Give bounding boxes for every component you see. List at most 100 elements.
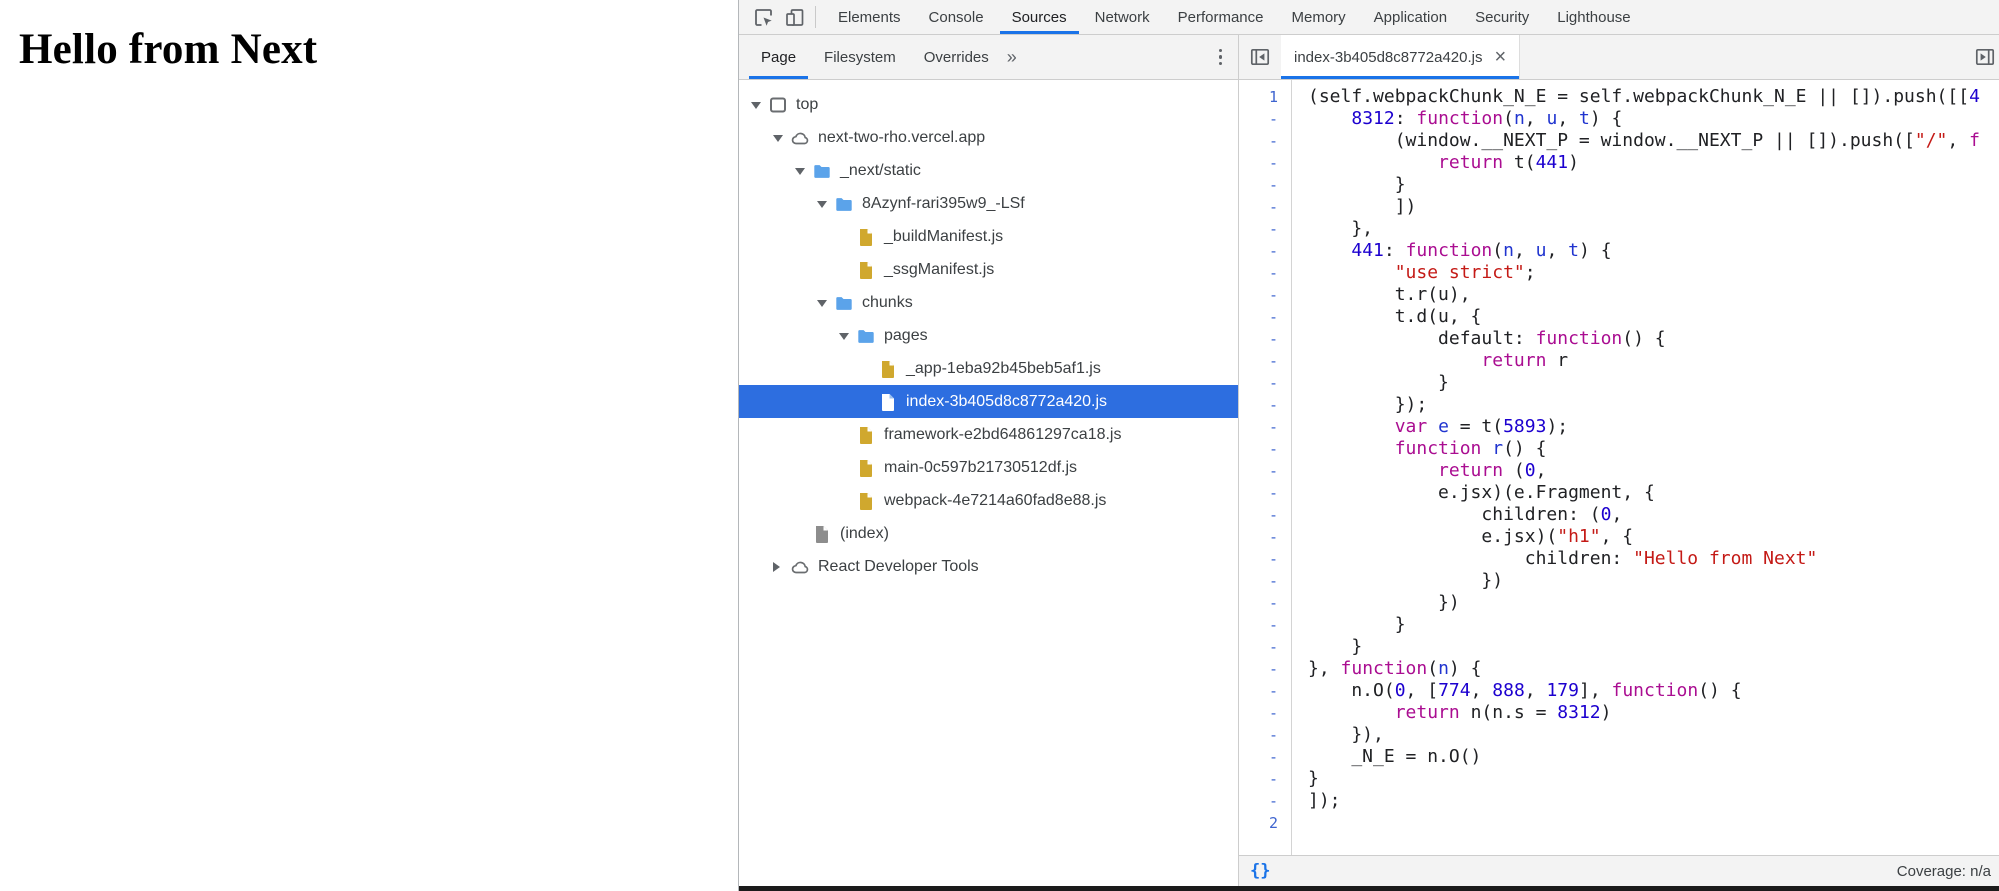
main-tab-elements[interactable]: Elements [824,0,915,34]
tree-item-label: webpack-4e7214a60fad8e88.js [884,492,1106,510]
chevron-down-icon[interactable] [751,100,768,109]
tree-item-label: chunks [862,294,913,312]
tree-item-next-two-rho-vercel-app[interactable]: next-two-rho.vercel.app [739,121,1238,154]
line-number: - [1239,240,1278,262]
main-tab-lighthouse[interactable]: Lighthouse [1543,0,1644,34]
line-number: - [1239,306,1278,328]
page-heading: Hello from Next [19,25,738,74]
tree-item-chunks[interactable]: chunks [739,286,1238,319]
code-line: } [1308,768,1999,790]
code-line: } [1308,636,1999,658]
tree-item-index[interactable]: (index) [739,517,1238,550]
line-number: - [1239,130,1278,152]
code-line: }, [1308,218,1999,240]
code-line: var e = t(5893); [1308,416,1999,438]
main-tab-performance[interactable]: Performance [1164,0,1278,34]
code-line: return r [1308,350,1999,372]
tree-item-framework-e2bd64861297ca18-js[interactable]: framework-e2bd64861297ca18.js [739,418,1238,451]
tree-item-next-static[interactable]: _next/static [739,154,1238,187]
chevron-down-icon[interactable] [817,298,834,307]
line-number-gutter: 1--------------------------------2 [1239,80,1292,855]
line-number: - [1239,174,1278,196]
line-number: - [1239,328,1278,350]
line-number: - [1239,438,1278,460]
code-line: } [1308,614,1999,636]
show-right-panel-icon[interactable] [1972,44,1998,70]
tree-item-index-3b405d8c8772a420-js[interactable]: index-3b405d8c8772a420.js [739,385,1238,418]
folder-icon [834,194,854,214]
code-line: default: function() { [1308,328,1999,350]
line-number: - [1239,658,1278,680]
cloud-icon [790,128,810,148]
code-line: return n(n.s = 8312) [1308,702,1999,724]
main-tab-sources[interactable]: Sources [998,0,1081,34]
code-line: 441: function(n, u, t) { [1308,240,1999,262]
chevron-right-icon[interactable] [773,562,790,572]
code-line: e.jsx)(e.Fragment, { [1308,482,1999,504]
code-editor[interactable]: 1--------------------------------2 (self… [1239,80,1999,855]
coverage-status: Coverage: n/a [1897,863,1991,880]
line-number: - [1239,636,1278,658]
tree-item-pages[interactable]: pages [739,319,1238,352]
main-tab-memory[interactable]: Memory [1278,0,1360,34]
line-number: - [1239,416,1278,438]
tree-item-buildmanifest-js[interactable]: _buildManifest.js [739,220,1238,253]
devtools-main-toolbar: ElementsConsoleSourcesNetworkPerformance… [739,0,1999,35]
hide-navigator-icon[interactable] [1247,44,1273,70]
code-line: return t(441) [1308,152,1999,174]
main-tab-network[interactable]: Network [1081,0,1164,34]
main-tab-application[interactable]: Application [1360,0,1461,34]
script-file-icon [856,260,876,280]
tree-item-main-0c597b21730512df-js[interactable]: main-0c597b21730512df.js [739,451,1238,484]
line-number: - [1239,284,1278,306]
chevron-down-icon[interactable] [839,331,856,340]
tree-item-webpack-4e7214a60fad8e88-js[interactable]: webpack-4e7214a60fad8e88.js [739,484,1238,517]
line-number: - [1239,680,1278,702]
folder-icon [834,293,854,313]
pretty-print-icon[interactable]: {} [1250,861,1270,881]
tree-item-label: _buildManifest.js [884,228,1003,246]
more-options-icon[interactable] [1203,47,1239,67]
inspect-element-icon[interactable] [747,1,779,33]
line-number: - [1239,746,1278,768]
chevron-down-icon[interactable] [817,199,834,208]
tree-item-label: top [796,96,818,114]
rendered-webpage: Hello from Next [0,0,738,891]
code-line: children: "Hello from Next" [1308,548,1999,570]
more-tabs-chevron-icon[interactable]: » [1003,47,1021,68]
document-file-icon [812,524,832,544]
navigator-tab-overrides[interactable]: Overrides [910,35,1003,79]
line-number: - [1239,394,1278,416]
line-number: - [1239,262,1278,284]
line-number: - [1239,570,1278,592]
line-number: - [1239,218,1278,240]
close-tab-icon[interactable]: × [1495,47,1507,67]
code-line: } [1308,174,1999,196]
chevron-down-icon[interactable] [795,166,812,175]
tree-item-label: _ssgManifest.js [884,261,994,279]
navigator-tab-filesystem[interactable]: Filesystem [810,35,910,79]
line-number: - [1239,548,1278,570]
cloud-icon [790,557,810,577]
line-number: - [1239,108,1278,130]
line-number: - [1239,460,1278,482]
tree-item-ssgmanifest-js[interactable]: _ssgManifest.js [739,253,1238,286]
chevron-down-icon[interactable] [773,133,790,142]
device-toolbar-icon[interactable] [779,1,811,33]
line-number: - [1239,372,1278,394]
tree-item-react-developer-tools[interactable]: React Developer Tools [739,550,1238,583]
open-file-tab[interactable]: index-3b405d8c8772a420.js × [1281,35,1520,79]
main-tab-console[interactable]: Console [915,0,998,34]
open-file-tab-label: index-3b405d8c8772a420.js [1294,49,1483,66]
script-file-icon [856,491,876,511]
line-number: - [1239,526,1278,548]
tree-item-app-1eba92b45beb5af1-js[interactable]: _app-1eba92b45beb5af1.js [739,352,1238,385]
tree-item-label: framework-e2bd64861297ca18.js [884,426,1121,444]
editor-status-bar: {} Coverage: n/a [1239,855,1999,886]
navigator-tab-page[interactable]: Page [747,35,810,79]
main-tab-security[interactable]: Security [1461,0,1543,34]
tree-item-label: _next/static [840,162,921,180]
script-file-icon [856,458,876,478]
tree-item-top[interactable]: top [739,88,1238,121]
tree-item-8azynf-rari395w9-lsf[interactable]: 8Azynf-rari395w9_-LSf [739,187,1238,220]
